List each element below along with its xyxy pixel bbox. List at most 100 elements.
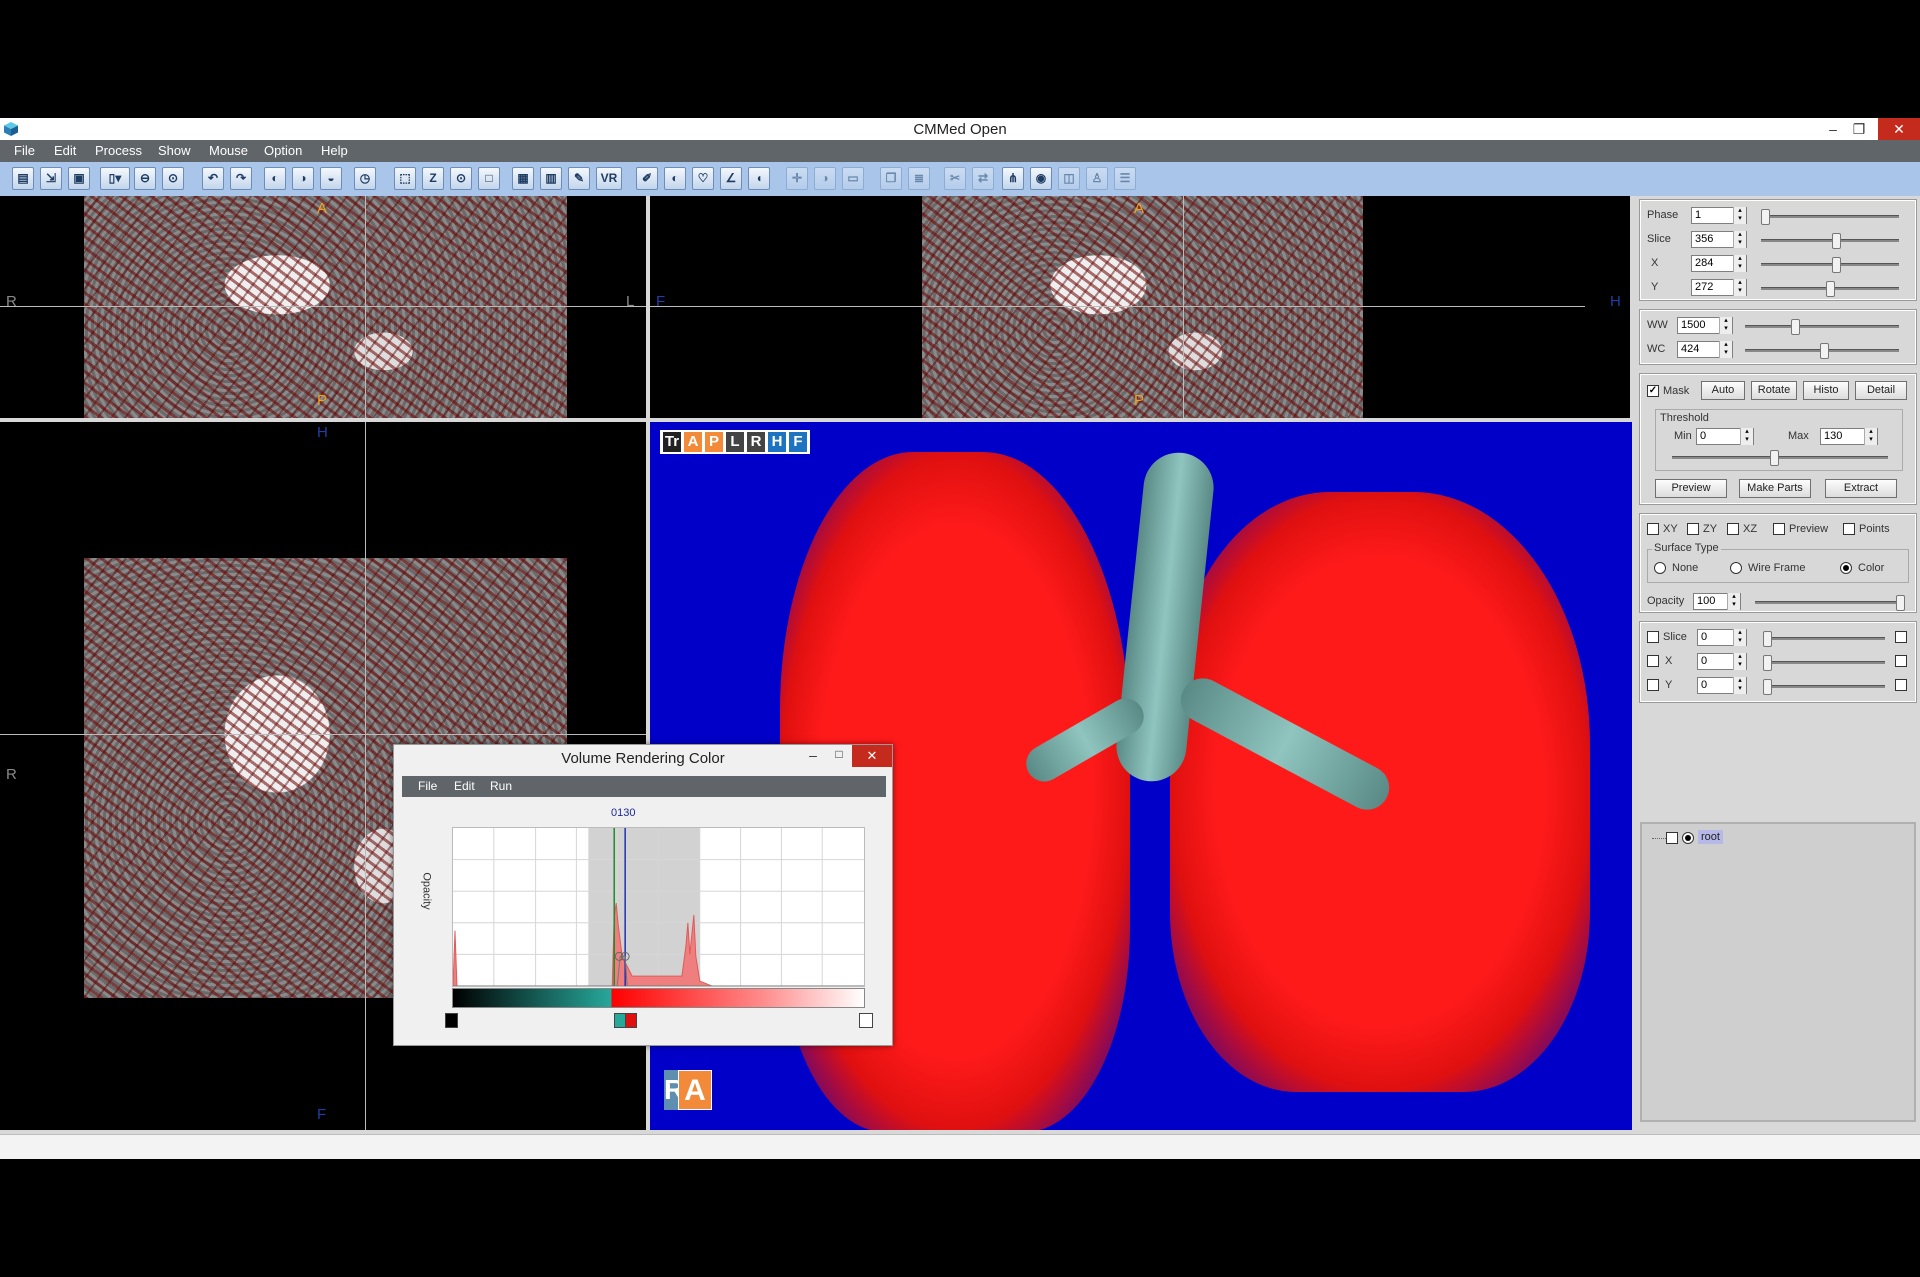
menu-process[interactable]: Process <box>95 143 142 158</box>
points-checkbox[interactable] <box>1843 523 1855 535</box>
slice-spinner[interactable]: 356 <box>1691 231 1747 248</box>
vr-badge[interactable]: F <box>789 432 807 452</box>
grid-icon[interactable]: ▦ <box>512 167 534 190</box>
slice-slider[interactable] <box>1761 233 1899 249</box>
clock-icon[interactable]: ◷ <box>354 167 376 190</box>
menu-edit[interactable]: Edit <box>54 143 76 158</box>
dialog-menu-file[interactable]: File <box>418 779 437 793</box>
threshold-range-slider[interactable] <box>1672 450 1888 466</box>
eye-icon[interactable]: ◉ <box>1030 167 1052 190</box>
chart-icon[interactable]: ▥ <box>540 167 562 190</box>
histo-button[interactable]: Histo <box>1803 381 1849 400</box>
view-sagittal-icon[interactable]: ◒ <box>320 167 342 190</box>
zy-checkbox[interactable] <box>1687 523 1699 535</box>
wc-spinner[interactable]: 424 <box>1677 341 1733 358</box>
mask-checkbox[interactable]: ✓ <box>1647 385 1659 397</box>
crosshair-horizontal[interactable] <box>650 306 1585 307</box>
y-spinner[interactable]: 272 <box>1691 279 1747 296</box>
point-icon[interactable]: ⊙ <box>450 167 472 190</box>
detail-button[interactable]: Detail <box>1855 381 1907 400</box>
preview-button[interactable]: Preview <box>1655 479 1727 498</box>
xz-checkbox[interactable] <box>1727 523 1739 535</box>
clip-slice-slider[interactable] <box>1763 631 1885 647</box>
copy-icon[interactable]: ❐ <box>880 167 902 190</box>
make-parts-button[interactable]: Make Parts <box>1739 479 1811 498</box>
clip-slice-spinner[interactable]: 0 <box>1697 629 1747 646</box>
tree-root-node[interactable]: root <box>1698 830 1723 844</box>
close-button[interactable]: ✕ <box>1878 118 1920 140</box>
ruler-icon[interactable]: ▭ <box>842 167 864 190</box>
menu-help[interactable]: Help <box>321 143 348 158</box>
dialog-menu-run[interactable]: Run <box>490 779 512 793</box>
opacity-spinner[interactable]: 100 <box>1693 593 1741 610</box>
zoom-out-icon[interactable]: ⊖ <box>134 167 156 190</box>
z-slice-icon[interactable]: Z <box>422 167 444 190</box>
surface-none-radio[interactable] <box>1654 562 1666 574</box>
threshold-max-spinner[interactable]: 130 <box>1820 428 1878 445</box>
opacity-slider[interactable] <box>1755 595 1905 611</box>
ww-spinner[interactable]: 1500 <box>1677 317 1733 334</box>
dialog-menu-edit[interactable]: Edit <box>454 779 475 793</box>
opacity-slider-thumb[interactable] <box>1896 595 1905 611</box>
heart-icon[interactable]: ♡ <box>692 167 714 190</box>
axial-view[interactable]: A P R L <box>0 196 646 418</box>
menu-mouse[interactable]: Mouse <box>209 143 248 158</box>
stack-icon[interactable]: ≣ <box>908 167 930 190</box>
view-axial-icon[interactable]: ◐ <box>264 167 286 190</box>
x-slider[interactable] <box>1761 257 1899 273</box>
extract-button[interactable]: Extract <box>1825 479 1897 498</box>
crosshair-horizontal[interactable] <box>0 306 646 307</box>
vr-badge[interactable]: R <box>747 432 765 452</box>
save-icon[interactable]: ▣ <box>68 167 90 190</box>
angle-icon[interactable]: ∠ <box>720 167 742 190</box>
clip-slice-checkbox[interactable] <box>1647 631 1659 643</box>
opacity-histogram-plot[interactable] <box>452 827 865 987</box>
phase-spinner[interactable]: 1 <box>1691 207 1747 224</box>
threshold-min-spinner[interactable]: 0 <box>1696 428 1754 445</box>
x-spinner[interactable]: 284 <box>1691 255 1747 272</box>
menu-show[interactable]: Show <box>158 143 191 158</box>
contrast-icon[interactable]: ◐ <box>664 167 686 190</box>
surface-color-radio[interactable] <box>1840 562 1852 574</box>
cut-icon[interactable]: ✂ <box>944 167 966 190</box>
vr-badge[interactable]: P <box>705 432 723 452</box>
clip-slice-thumb[interactable] <box>1763 631 1772 647</box>
xy-checkbox[interactable] <box>1647 523 1659 535</box>
slice-slider-thumb[interactable] <box>1832 233 1841 249</box>
orientation-cube[interactable]: R A <box>664 1066 714 1112</box>
color-marker-red[interactable] <box>625 1013 637 1028</box>
wc-slider-thumb[interactable] <box>1820 343 1829 359</box>
person-icon[interactable]: ♙ <box>1086 167 1108 190</box>
clip-y-spinner[interactable]: 0 <box>1697 677 1747 694</box>
vr-badge[interactable]: Tr <box>663 432 681 452</box>
compare-icon[interactable]: ◫ <box>1058 167 1080 190</box>
list-icon[interactable]: ☰ <box>1114 167 1136 190</box>
clip-y-slider[interactable] <box>1763 679 1885 695</box>
menu-file[interactable]: File <box>14 143 35 158</box>
sagittal-view[interactable]: A P F H <box>650 196 1630 418</box>
vr-badge[interactable]: A <box>684 432 702 452</box>
clip-y-flip-checkbox[interactable] <box>1895 679 1907 691</box>
brush-icon[interactable]: ✐ <box>636 167 658 190</box>
frame-icon[interactable]: □ <box>478 167 500 190</box>
tree-root-checkbox[interactable] <box>1666 832 1678 844</box>
restore-button[interactable]: ❐ <box>1844 118 1874 140</box>
redo-icon[interactable]: ↷ <box>230 167 252 190</box>
ww-slider[interactable] <box>1745 319 1899 335</box>
clip-y-thumb[interactable] <box>1763 679 1772 695</box>
edit-icon[interactable]: ✎ <box>568 167 590 190</box>
import-icon[interactable]: ⇲ <box>40 167 62 190</box>
window-level-icon[interactable]: ◖ <box>748 167 770 190</box>
crosshair-vertical[interactable] <box>365 422 366 1130</box>
clip-y-checkbox[interactable] <box>1647 679 1659 691</box>
color-marker-black[interactable] <box>445 1013 458 1028</box>
vr-icon[interactable]: VR <box>596 167 622 190</box>
dialog-close-button[interactable]: ✕ <box>852 745 892 767</box>
crosshair-vertical[interactable] <box>1183 196 1184 418</box>
crosshair-horizontal[interactable] <box>0 734 646 735</box>
clip-x-slider[interactable] <box>1763 655 1885 671</box>
x-slider-thumb[interactable] <box>1832 257 1841 273</box>
vr-badge[interactable]: L <box>726 432 744 452</box>
phase-slider-thumb[interactable] <box>1761 209 1770 225</box>
halfmoon-icon[interactable]: ◑ <box>814 167 836 190</box>
